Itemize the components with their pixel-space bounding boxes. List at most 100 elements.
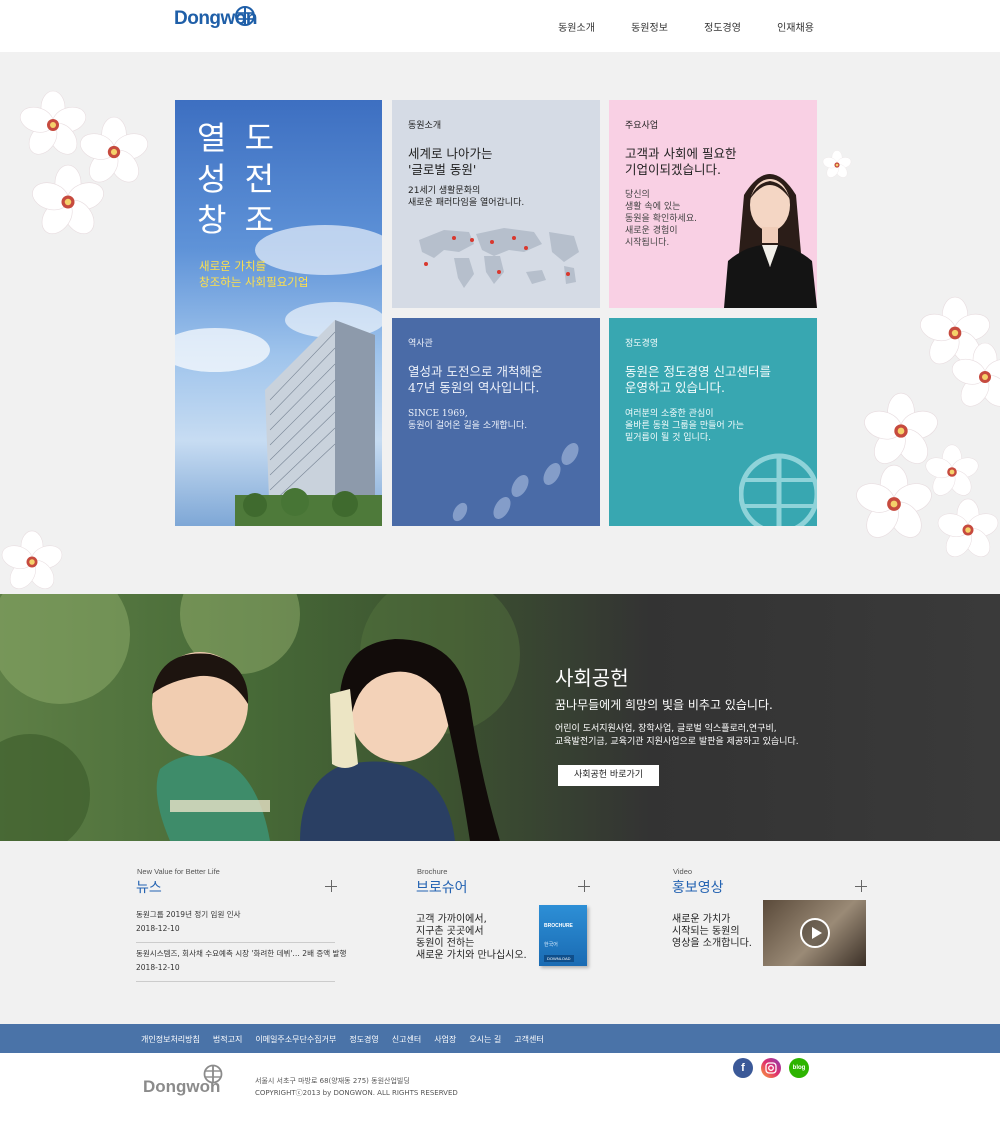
tile-heading: 동원은 정도경영 신고센터를 운영하고 있습니다.	[625, 364, 771, 396]
social-description-line: 교육발전기금, 교육기관 지원사업으로 발판을 제공하고 있습니다.	[555, 737, 799, 747]
cherry-blossom-icon	[822, 150, 852, 178]
tile-body-line: 동원을 확인하세요.	[625, 214, 697, 224]
video-text: 새로운 가치가 시작되는 동원의 영상을 소개합니다.	[672, 914, 752, 950]
footer-link-ethics[interactable]: 정도경영	[349, 1034, 378, 1045]
footer-link-legal[interactable]: 법적고지	[213, 1034, 242, 1045]
footer-link-directions[interactable]: 오시는 길	[469, 1034, 501, 1045]
news-item-title: 동원그룹 2019년 정기 임원 인사	[136, 910, 241, 919]
instagram-icon[interactable]	[761, 1058, 781, 1078]
tile-main-building[interactable]: 열 도 성 전 창 조 새로운 가치를 창조하는 사회필요기업	[175, 100, 382, 526]
brochure-text-line: 고객 가까이에서,	[416, 914, 487, 925]
footer-link-locations[interactable]: 사업장	[434, 1034, 456, 1045]
video-more-plus-icon[interactable]	[855, 880, 867, 892]
tile-company-intro[interactable]: 동원소개 세계로 나아가는 '글로벌 동원' 21세기 생활문화의 새로운 패러…	[392, 100, 600, 308]
footer-link-bar: 개인정보처리방침 법적고지 이메일주소무단수집거부 정도경영 신고센터 사업장 …	[0, 1024, 1000, 1053]
play-icon	[800, 918, 830, 948]
facebook-icon[interactable]: f	[733, 1058, 753, 1078]
cherry-blossom-icon	[32, 164, 104, 235]
footprints-icon	[452, 443, 579, 522]
tile-body-line: 새로운 패러다임을 열어갑니다.	[408, 198, 525, 208]
footer-address: 서울시 서초구 마방로 68(양재동 275) 동원산업빌딩	[255, 1077, 410, 1085]
brochure-title: 브로슈어	[416, 880, 468, 896]
video-text-line: 영상을 소개합니다.	[672, 938, 752, 949]
nav-item-info[interactable]: 동원정보	[613, 19, 686, 34]
news-list-item[interactable]: 동원시스템즈, 회사채 수요예측 시장 '화려한 데뷔'… 2배 증액 발행 2…	[136, 948, 347, 982]
tile-heading-line: 47년 동원의 역사입니다.	[408, 380, 540, 395]
tile-main-business[interactable]: 주요사업 고객과 사회에 필요한 기업이되겠습니다. 당신의 생활 속에 있는 …	[609, 100, 817, 308]
social-title: 사회공헌	[555, 666, 629, 690]
main-slogan: 열 도 성 전 창 조	[197, 118, 278, 241]
news-more-plus-icon[interactable]	[325, 880, 337, 892]
brochure-eyebrow: Brochure	[417, 867, 448, 876]
tile-label: 역사관	[408, 339, 433, 349]
footer-link-email-policy[interactable]: 이메일주소무단수집거부	[255, 1034, 336, 1045]
main-slogan-line: 창 조	[197, 201, 279, 239]
tile-body-line: 당신의	[625, 190, 650, 200]
brochure-download-cover[interactable]: BROCHURE 한국어 DOWNLOAD	[539, 905, 587, 966]
brand-logo[interactable]: Dongwon	[174, 6, 258, 30]
site-footer: Dongwon 서울시 서초구 마방로 68(양재동 275) 동원산업빌딩 C…	[0, 1053, 1000, 1121]
tile-heading: 열성과 도전으로 개척해온 47년 동원의 역사입니다.	[408, 364, 542, 396]
brochure-text: 고객 가까이에서, 지구촌 곳곳에서 동원이 전하는 새로운 가치와 만나십시오…	[416, 914, 527, 962]
video-title: 홍보영상	[672, 880, 724, 896]
globe-icon	[739, 453, 817, 526]
tile-label: 정도경영	[625, 339, 659, 349]
tile-body: 당신의 생활 속에 있는 동원을 확인하세요. 새로운 경험이 시작됩니다.	[625, 189, 697, 249]
social-contribution-button[interactable]: 사회공헌 바로가기	[558, 765, 659, 786]
tile-body-line: 밑거름이 될 것 입니다.	[625, 433, 711, 443]
main-nav: 동원소개 동원정보 정도경영 인재채용	[540, 19, 832, 34]
footer-address-block: 서울시 서초구 마방로 68(양재동 275) 동원산업빌딩 COPYRIGHT…	[255, 1075, 458, 1099]
brochure-cover-language: 한국어	[544, 942, 558, 948]
brochure-more-plus-icon[interactable]	[578, 880, 590, 892]
news-list-item[interactable]: 동원그룹 2019년 정기 임원 인사 2018-12-10	[136, 909, 335, 943]
footer-globe-icon	[203, 1064, 223, 1084]
info-section: New Value for Better Life 뉴스 동원그룹 2019년 …	[0, 841, 1000, 1024]
nav-item-about[interactable]: 동원소개	[540, 19, 613, 34]
footer-link-report-center[interactable]: 신고센터	[392, 1034, 421, 1045]
tile-heading-line: 열성과 도전으로 개척해온	[408, 364, 543, 379]
footer-link-customer-center[interactable]: 고객센터	[514, 1034, 543, 1045]
footer-link-privacy[interactable]: 개인정보처리방침	[141, 1034, 200, 1045]
tile-body-line: 21세기 생활문화의	[408, 186, 481, 196]
news-eyebrow: New Value for Better Life	[137, 867, 220, 876]
nav-item-recruit[interactable]: 인재채용	[759, 19, 832, 34]
tile-body-line: 올바른 동원 그룹을 만들어 가는	[625, 421, 745, 431]
tile-ethics[interactable]: 정도경영 동원은 정도경영 신고센터를 운영하고 있습니다. 여러분의 소중한 …	[609, 318, 817, 526]
tile-body: SINCE 1969, 동원이 걸어온 길을 소개합니다.	[408, 408, 527, 432]
tile-body-line: SINCE 1969,	[408, 409, 468, 419]
tile-body: 21세기 생활문화의 새로운 패러다임을 열어갑니다.	[408, 185, 524, 209]
tile-heading-line: 기업이되겠습니다.	[625, 162, 721, 177]
tile-history[interactable]: 역사관 열성과 도전으로 개척해온 47년 동원의 역사입니다. SINCE 1…	[392, 318, 600, 526]
news-item-date: 2018-12-10	[136, 963, 180, 972]
brochure-cover-title: BROCHURE	[544, 923, 573, 929]
video-text-line: 시작되는 동원의	[672, 926, 740, 937]
main-subtitle-line: 창조하는 사회필요기업	[199, 275, 309, 289]
footer-links: 개인정보처리방침 법적고지 이메일주소무단수집거부 정도경영 신고센터 사업장 …	[141, 1034, 557, 1045]
news-item-title: 동원시스템즈, 회사채 수요예측 시장 '화려한 데뷔'… 2배 증액 발행	[136, 949, 347, 958]
tile-label: 주요사업	[625, 121, 659, 131]
cherry-blossom-icon	[937, 498, 999, 557]
brochure-text-line: 새로운 가치와 만나십시오.	[416, 950, 527, 961]
hero-section: 열 도 성 전 창 조 새로운 가치를 창조하는 사회필요기업 동원소개 세계로…	[0, 52, 1000, 594]
brochure-text-line: 동원이 전하는	[416, 938, 475, 949]
cherry-blossom-icon	[951, 342, 1000, 407]
video-text-line: 새로운 가치가	[672, 914, 731, 925]
main-subtitle-line: 새로운 가치를	[199, 259, 267, 273]
tile-body-line: 새로운 경험이	[625, 226, 678, 236]
tile-body-line: 시작됩니다.	[625, 238, 670, 248]
news-title: 뉴스	[136, 880, 162, 896]
blog-icon[interactable]: blog	[789, 1058, 809, 1078]
main-subtitle: 새로운 가치를 창조하는 사회필요기업	[199, 258, 308, 290]
social-description: 어린이 도서지원사업, 장학사업, 글로벌 익스플로러,연구비, 교육발전기금,…	[555, 723, 799, 749]
instagram-glyph	[765, 1062, 777, 1074]
cherry-blossom-icon	[1, 530, 63, 589]
tile-body-line: 여러분의 소중한 관심이	[625, 409, 714, 419]
brochure-cover-download: DOWNLOAD	[544, 955, 574, 962]
tile-label: 동원소개	[408, 121, 442, 131]
woman-portrait-illustration	[724, 174, 817, 308]
site-header: Dongwon 동원소개 동원정보 정도경영 인재채용	[0, 0, 1000, 52]
tile-heading: 고객과 사회에 필요한 기업이되겠습니다.	[625, 146, 736, 178]
nav-item-ethics[interactable]: 정도경영	[686, 19, 759, 34]
video-thumbnail[interactable]	[763, 900, 866, 966]
tile-heading-line: 세계로 나아가는	[408, 146, 493, 161]
